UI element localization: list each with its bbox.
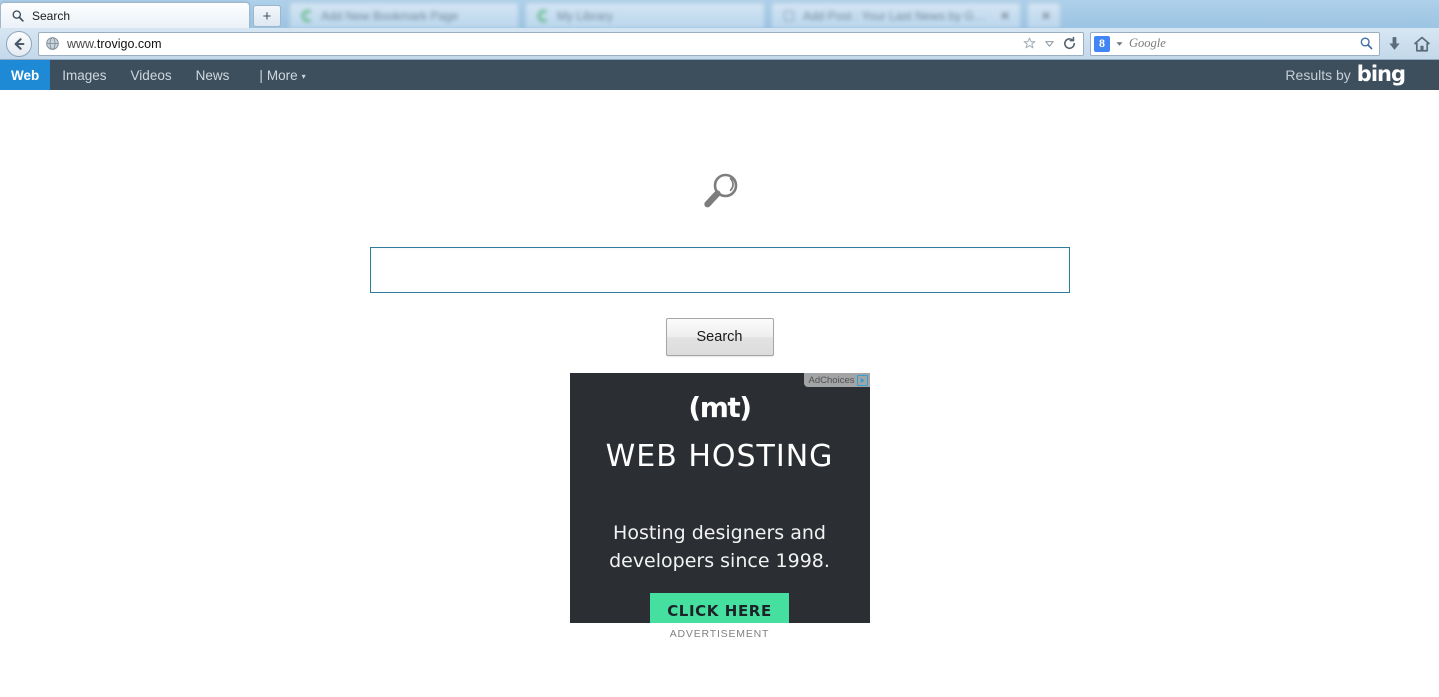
ad-subhead: Hosting designers and developers since 1… <box>595 519 845 575</box>
browser-search-box[interactable]: 8 Google <box>1090 31 1380 56</box>
nav-item-videos[interactable]: Videos <box>119 60 184 90</box>
back-button[interactable] <box>6 30 32 57</box>
search-icon[interactable] <box>1359 36 1374 51</box>
browser-toolbar: www.trovigo.com 8 Google <box>0 28 1439 60</box>
magnifier-icon <box>12 9 24 22</box>
tab-title: My Library <box>557 8 614 23</box>
ad-headline: WEB HOSTING <box>605 439 834 474</box>
tab-strip: Search + Add New Bookmark Page My Librar… <box>0 0 1439 28</box>
page-icon <box>784 10 794 21</box>
tab-title: Add New Bookmark Page <box>321 8 459 23</box>
nav-item-news[interactable]: News <box>184 60 242 90</box>
results-by-bing: Results by bing <box>1285 60 1439 90</box>
ad-subhead-line-1: Hosting designers and <box>613 522 826 544</box>
browser-chrome: Search + Add New Bookmark Page My Librar… <box>0 0 1439 60</box>
home-button[interactable] <box>1413 35 1431 53</box>
nav-item-label: News <box>195 67 230 83</box>
address-bar-domain: trovigo.com <box>96 36 162 51</box>
tab-close-icon[interactable]: ✕ <box>1041 10 1051 22</box>
search-area: Search AdChoices (mt) WEB HOSTING Hostin… <box>0 90 1439 640</box>
nav-item-label: Images <box>62 67 107 83</box>
nav-item-images[interactable]: Images <box>50 60 118 90</box>
search-input[interactable] <box>369 247 1070 293</box>
new-tab-plus-icon: + <box>262 7 272 25</box>
download-icon <box>1389 37 1400 50</box>
tab-close-icon[interactable]: ✕ <box>1000 10 1010 22</box>
nav-more-label: More <box>266 67 298 83</box>
results-by-text: Results by <box>1285 67 1351 83</box>
download-button[interactable] <box>1386 35 1403 52</box>
home-icon <box>1414 36 1430 52</box>
globe-icon <box>46 37 59 50</box>
search-form: Search <box>0 216 1439 356</box>
green-c-icon <box>301 9 312 22</box>
adchoices-triangle-icon <box>856 374 868 386</box>
nav-item-more[interactable]: | More ▾ <box>241 60 317 90</box>
ad-banner[interactable]: AdChoices (mt) WEB HOSTING Hosting desig… <box>569 373 870 623</box>
advertisement-label: ADVERTISEMENT <box>669 628 770 640</box>
nav-item-label: Videos <box>130 67 172 83</box>
google-search-engine-icon[interactable]: 8 <box>1094 35 1110 52</box>
address-bar[interactable]: www.trovigo.com <box>38 31 1084 56</box>
bookmark-star-icon[interactable] <box>1022 36 1037 51</box>
browser-tab-inactive-3[interactable]: Add Post : Your Last News by Guides ... … <box>771 2 1021 28</box>
browser-tab-active[interactable]: Search <box>0 2 250 28</box>
browser-tab-inactive-1[interactable]: Add New Bookmark Page <box>289 2 519 28</box>
nav-more-separator: | <box>259 67 263 83</box>
green-c-icon <box>537 9 548 22</box>
bing-logo: bing <box>1356 61 1406 86</box>
back-arrow-icon <box>14 37 25 50</box>
dropdown-caret-icon[interactable] <box>1044 38 1055 49</box>
nav-item-label: Web <box>11 67 40 83</box>
address-bar-url: www.trovigo.com <box>67 36 162 51</box>
ad-cta-button[interactable]: CLICK HERE <box>650 593 789 623</box>
tab-title: Add Post : Your Last News by Guides ... <box>803 8 989 23</box>
site-navigation: Web Images Videos News | More ▾ Results … <box>0 60 1439 90</box>
site-logo <box>0 90 1439 216</box>
browser-tab-overflow[interactable]: ✕ <box>1027 2 1061 28</box>
chevron-down-icon: ▾ <box>301 71 306 81</box>
adchoices-label: AdChoices <box>808 374 855 386</box>
page-content: Web Images Videos News | More ▾ Results … <box>0 60 1439 697</box>
advertisement-block: AdChoices (mt) WEB HOSTING Hosting desig… <box>569 356 870 640</box>
reload-icon[interactable] <box>1062 36 1077 51</box>
chevron-down-icon[interactable] <box>1115 39 1124 48</box>
ad-subhead-line-2: developers since 1998. <box>609 550 830 572</box>
nav-item-web[interactable]: Web <box>0 60 51 90</box>
adchoices-badge[interactable]: AdChoices <box>803 373 870 387</box>
search-button[interactable]: Search <box>665 318 774 356</box>
browser-search-placeholder: Google <box>1129 36 1166 50</box>
new-tab-button[interactable]: + <box>253 5 281 27</box>
mt-brand-logo: (mt) <box>688 391 752 424</box>
browser-tab-inactive-2[interactable]: My Library <box>525 2 765 28</box>
magnifier-logo-icon <box>703 173 737 208</box>
tab-title: Search <box>32 8 71 23</box>
